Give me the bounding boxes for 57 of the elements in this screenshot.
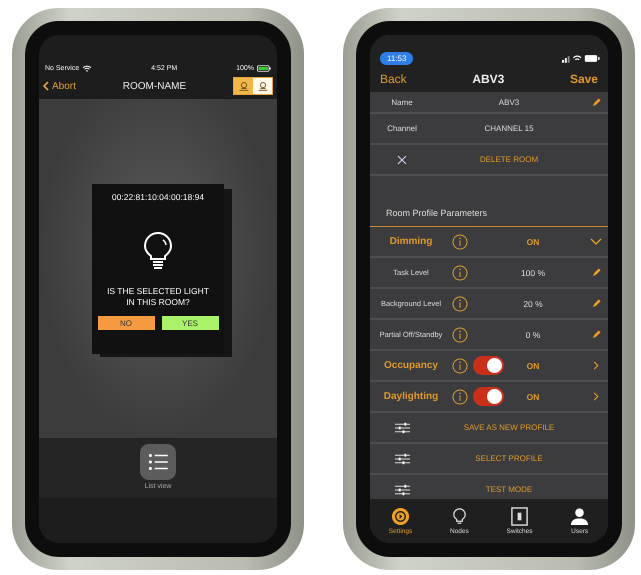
info-icon[interactable] — [452, 296, 468, 312]
info-icon[interactable] — [452, 358, 468, 374]
lightbulb-icon — [143, 232, 173, 272]
field-value: ABV3 — [498, 98, 520, 106]
parameter-value: ON — [526, 392, 540, 402]
pencil-icon[interactable] — [592, 299, 600, 308]
wifi-icon — [82, 65, 92, 72]
info-icon[interactable] — [452, 388, 468, 404]
sliders-icon — [394, 452, 410, 464]
list-view-button[interactable] — [140, 444, 176, 480]
field-label: Name — [390, 98, 414, 106]
parameter-label: Occupancy — [383, 360, 439, 371]
device-address: 00:22:81:10:04:00:18:94 — [112, 192, 204, 202]
parameter-value: 20 % — [522, 298, 544, 308]
chevron-right-icon[interactable] — [593, 361, 599, 370]
abort-button[interactable]: Abort — [43, 80, 76, 92]
screen-title: ROOM-NAME — [122, 80, 186, 92]
lamp-icon[interactable] — [256, 80, 268, 92]
save-button[interactable]: Save — [570, 72, 598, 86]
parameter-value: ON — [526, 360, 540, 370]
section-title: Room Profile Parameters — [386, 208, 488, 218]
back-button[interactable]: Back — [380, 72, 407, 86]
profile-action-button[interactable]: TEST MODE — [434, 475, 584, 499]
parameter-label: Dimming — [388, 236, 434, 247]
toggle-switch[interactable] — [472, 387, 504, 406]
dialog-question: IS THE SELECTED LIGHT IN THIS ROOM? — [106, 286, 210, 308]
yes-button[interactable]: YES — [162, 316, 218, 330]
info-icon[interactable] — [452, 234, 468, 250]
mode-toggle[interactable] — [234, 78, 253, 94]
status-time: 11:53 — [380, 52, 414, 65]
pencil-icon[interactable] — [592, 330, 600, 339]
info-icon[interactable] — [452, 264, 468, 280]
profile-action-button[interactable]: SELECT PROFILE — [434, 444, 584, 473]
chevron-right-icon[interactable] — [593, 392, 599, 401]
lamp-icon[interactable] — [238, 80, 250, 92]
sliders-icon — [394, 484, 410, 496]
no-button[interactable]: NO — [98, 316, 154, 330]
mode-toggle[interactable] — [253, 78, 272, 94]
pencil-icon[interactable] — [592, 98, 600, 106]
info-icon[interactable] — [452, 326, 468, 342]
pencil-icon[interactable] — [592, 268, 600, 277]
chevron-left-icon[interactable] — [43, 81, 49, 91]
sliders-icon — [394, 422, 410, 434]
field-label: Channel — [386, 124, 418, 133]
parameter-label: Daylighting — [382, 391, 440, 402]
parameter-value: 100 % — [520, 268, 546, 278]
battery-icon — [257, 65, 271, 72]
close-icon — [397, 154, 407, 164]
signal-wifi-battery-icon — [562, 54, 600, 63]
profile-action-button[interactable]: SAVE AS NEW PROFILE — [434, 413, 584, 442]
screen-title: ABV3 — [472, 72, 504, 86]
toggle-switch[interactable] — [472, 356, 504, 375]
parameter-value: ON — [526, 236, 540, 246]
field-value: CHANNEL 15 — [483, 124, 535, 133]
chevron-down-icon[interactable] — [590, 238, 602, 246]
parameter-value: 0 % — [524, 330, 542, 340]
delete-room-button[interactable]: DELETE ROOM — [434, 145, 584, 174]
